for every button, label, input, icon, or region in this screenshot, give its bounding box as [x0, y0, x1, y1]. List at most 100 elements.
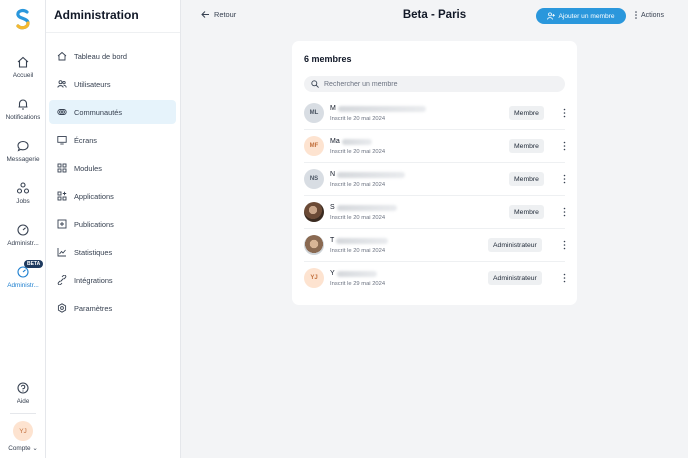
sidebar-item-label: Modules [74, 163, 102, 173]
sidebar-item-settings[interactable]: Paramètres [49, 296, 176, 320]
chat-icon [17, 140, 29, 152]
sidebar-item-label: Paramètres [74, 303, 113, 313]
member-row[interactable]: ML M Inscrit le 20 mai 2024 Membre [304, 97, 566, 130]
chart-icon [57, 248, 66, 257]
more-vertical-icon[interactable] [563, 108, 566, 118]
sidebar-item-label: Publications [74, 219, 114, 229]
rail-item-notifications[interactable]: Notifications [0, 97, 46, 133]
sidebar-item-screens[interactable]: Écrans [49, 128, 176, 152]
member-row[interactable]: YJ Y Inscrit le 29 mai 2024 Administrate… [304, 262, 566, 295]
divider [46, 32, 180, 33]
sidebar-item-publications[interactable]: Publications [49, 212, 176, 236]
member-row[interactable]: MF Ma Inscrit le 20 mai 2024 Membre [304, 130, 566, 163]
sidebar-item-label: Communautés [74, 107, 123, 117]
role-badge[interactable]: Administrateur [488, 271, 542, 285]
more-vertical-icon[interactable] [563, 240, 566, 250]
app-logo[interactable] [13, 8, 33, 32]
more-vertical-icon[interactable] [563, 273, 566, 283]
rail-item-home[interactable]: Accueil [0, 55, 46, 91]
member-joined-date: Inscrit le 20 mai 2024 [330, 182, 386, 188]
back-label: Retour [214, 10, 237, 19]
account-menu[interactable]: YJ Compte ⌄ [0, 421, 46, 457]
beta-badge: BETA [24, 260, 44, 268]
sidebar-item-modules[interactable]: Modules [49, 156, 176, 180]
member-search[interactable] [304, 76, 565, 92]
members-card: 6 membres ML M Inscrit le 20 mai 2024 Me… [292, 41, 577, 305]
rail-divider [10, 413, 36, 414]
sidebar-item-label: Intégrations [74, 275, 113, 285]
redacted-text [336, 204, 397, 211]
sidebar-title: Administration [54, 8, 139, 22]
communities-icon [57, 109, 67, 115]
avatar: YJ [13, 421, 33, 441]
actions-button[interactable]: Actions [635, 11, 664, 19]
role-badge[interactable]: Membre [509, 106, 544, 120]
role-badge[interactable]: Administrateur [488, 238, 542, 252]
apps-icon [57, 191, 67, 201]
rail-item-messages[interactable]: Messagerie [0, 139, 46, 175]
member-joined-date: Inscrit le 20 mai 2024 [330, 215, 386, 221]
members-count-title: 6 membres [304, 54, 352, 64]
redacted-text [341, 138, 372, 145]
sidebar-item-label: Statistiques [74, 247, 113, 257]
sidebar-item-applications[interactable]: Applications [49, 184, 176, 208]
back-button[interactable]: Retour [201, 10, 236, 19]
app-rail: Accueil Notifications Messagerie Jobs Ad… [0, 0, 46, 458]
rail-item-label: Jobs [16, 198, 30, 205]
rail-item-admin-beta[interactable]: BETA Administr... [0, 260, 46, 301]
avatar [304, 235, 324, 255]
member-row[interactable]: T Inscrit le 20 mai 2024 Administrateur [304, 229, 566, 262]
sidebar-item-integrations[interactable]: Intégrations [49, 268, 176, 292]
sidebar-item-communities[interactable]: Communautés [49, 100, 176, 124]
avatar [304, 202, 324, 222]
redacted-text [336, 270, 377, 277]
add-user-icon [547, 12, 556, 20]
role-badge[interactable]: Membre [509, 172, 544, 186]
more-vertical-icon[interactable] [563, 174, 566, 184]
more-vertical-icon[interactable] [563, 141, 566, 151]
member-row[interactable]: NS N Inscrit le 20 mai 2024 Membre [304, 163, 566, 196]
rail-item-label: Messagerie [6, 156, 40, 163]
sidebar-item-dashboard[interactable]: Tableau de bord [49, 44, 176, 68]
rail-item-label: Accueil [12, 72, 34, 79]
help-icon [17, 382, 29, 394]
role-badge[interactable]: Membre [509, 205, 544, 219]
publication-icon [57, 219, 67, 229]
add-member-label: Ajouter un membre [558, 12, 615, 20]
rail-item-help[interactable]: Aide [0, 381, 46, 417]
integration-icon [57, 275, 67, 285]
member-joined-date: Inscrit le 29 mai 2024 [330, 281, 386, 287]
users-icon [57, 80, 67, 88]
avatar: ML [304, 103, 324, 123]
member-name: T [330, 237, 389, 244]
add-member-button[interactable]: Ajouter un membre [536, 8, 626, 24]
avatar: MF [304, 136, 324, 156]
home-icon [57, 51, 67, 61]
member-name: M [330, 105, 426, 112]
rail-item-label: Notifications [5, 114, 41, 121]
search-input[interactable] [324, 80, 554, 88]
bell-icon [18, 99, 28, 110]
sidebar-item-statistics[interactable]: Statistiques [49, 240, 176, 264]
member-joined-date: Inscrit le 20 mai 2024 [330, 149, 386, 155]
member-name: Y [330, 270, 377, 277]
gauge-icon [17, 224, 29, 236]
admin-sidebar: Administration Tableau de bord Utilisate… [46, 0, 181, 458]
avatar: NS [304, 169, 324, 189]
chevron-down-icon: ⌄ [32, 445, 38, 452]
rail-item-jobs[interactable]: Jobs [0, 181, 46, 217]
member-row[interactable]: S Inscrit le 20 mai 2024 Membre [304, 196, 566, 229]
redacted-text [337, 105, 426, 112]
grid-icon [57, 163, 67, 173]
member-name: N [330, 171, 406, 178]
jobs-icon [16, 182, 30, 194]
sidebar-item-label: Écrans [74, 135, 98, 145]
rail-item-admin[interactable]: Administr... [0, 223, 46, 259]
member-name: Ma [330, 138, 372, 145]
more-vertical-icon[interactable] [563, 207, 566, 217]
rail-item-label: Aide [16, 398, 30, 405]
sidebar-item-label: Utilisateurs [74, 79, 111, 89]
rail-item-label: Administr... [7, 240, 39, 247]
role-badge[interactable]: Membre [509, 139, 544, 153]
sidebar-item-users[interactable]: Utilisateurs [49, 72, 176, 96]
